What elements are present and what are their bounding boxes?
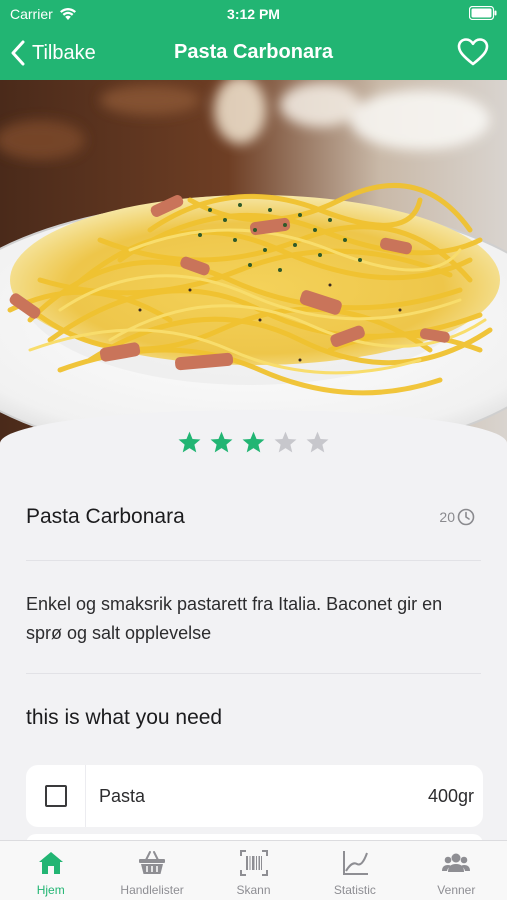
home-icon (38, 852, 63, 874)
star-filled-icon[interactable] (209, 430, 234, 455)
chart-icon (342, 851, 368, 875)
tab-venner[interactable]: Venner (406, 841, 507, 900)
people-icon (442, 853, 471, 872)
back-button[interactable]: Tilbake (10, 38, 96, 68)
status-time: 3:12 PM (227, 6, 280, 22)
status-bar: Carrier 3:12 PM (0, 0, 507, 28)
tab-bar: Hjem Handlelister Skann Statistic Venner (0, 840, 507, 900)
tab-label: Skann (236, 883, 271, 897)
ingredients-heading: this is what you need (26, 706, 223, 729)
tab-statistic[interactable]: Statistic (304, 841, 405, 900)
star-empty-icon[interactable] (305, 430, 330, 455)
divider (26, 673, 481, 674)
basket-icon (139, 851, 166, 874)
star-rating[interactable] (0, 430, 507, 455)
recipe-detail-card: Pasta Carbonara 20 Enkel og smaksrik pas… (0, 410, 507, 854)
pasta-plate-illustration (0, 80, 507, 450)
tab-label: Venner (437, 883, 476, 897)
recipe-description: Enkel og smaksrik pastarett fra Italia. … (26, 594, 443, 643)
ingredient-amount: 400gr (427, 785, 474, 806)
heart-outline-icon (457, 38, 489, 66)
checkbox-square (44, 785, 67, 807)
divider (26, 560, 481, 561)
cooking-time: 20 (439, 508, 475, 526)
chevron-left-icon (11, 40, 25, 66)
star-filled-icon[interactable] (177, 430, 202, 455)
recipe-name: Pasta Carbonara (26, 505, 185, 528)
favorite-button[interactable] (457, 37, 489, 72)
cooking-time-value: 20 (439, 509, 455, 525)
tab-hjem[interactable]: Hjem (0, 841, 101, 900)
ingredient-checkbox[interactable] (26, 765, 86, 827)
clock-icon (457, 508, 475, 526)
tab-skann[interactable]: Skann (203, 841, 304, 900)
nav-bar: Tilbake Pasta Carbonara (0, 28, 507, 80)
back-label: Tilbake (32, 41, 96, 64)
recipe-photo (0, 80, 507, 450)
ingredient-row: Pasta 400gr (26, 765, 483, 827)
tab-label: Statistic (333, 883, 376, 897)
barcode-icon (239, 850, 268, 876)
star-filled-icon[interactable] (241, 430, 266, 455)
tab-label: Handlelister (120, 883, 184, 897)
ingredient-name: Pasta (99, 785, 146, 806)
battery-icon (469, 6, 497, 20)
tab-label: Hjem (36, 883, 65, 897)
tab-handlelister[interactable]: Handlelister (101, 841, 202, 900)
star-empty-icon[interactable] (273, 430, 298, 455)
